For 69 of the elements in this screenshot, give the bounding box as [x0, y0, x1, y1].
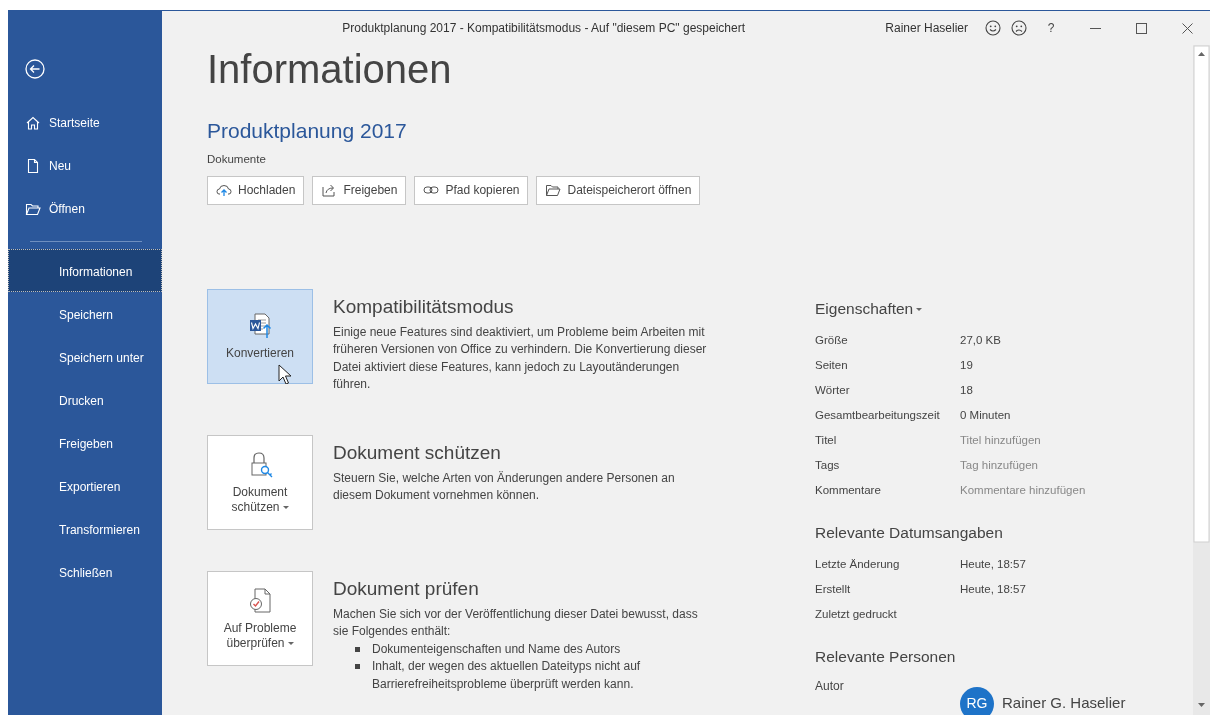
- sidebar-item[interactable]: Transformieren: [8, 507, 162, 550]
- date-value: Heute, 18:57: [960, 557, 1026, 573]
- back-icon[interactable]: [25, 59, 45, 79]
- share-icon: [321, 182, 338, 199]
- frown-icon: [1011, 20, 1027, 36]
- scrollbar[interactable]: [1193, 45, 1210, 715]
- property-label: Seiten: [815, 357, 849, 373]
- maximize-icon[interactable]: [1135, 22, 1147, 34]
- property-label: Gesamtbearbeitungszeit: [815, 407, 941, 423]
- date-value: Heute, 18:57: [960, 582, 1026, 598]
- sidebar-item[interactable]: Speichern unter: [8, 335, 162, 378]
- property-value: 19: [960, 357, 973, 373]
- new-document-icon: [25, 157, 41, 174]
- section-description: Einige neue Features sind deaktiviert, um Probleme beim Arbeiten mit früheren Versionen von Office zu verhindern. Die Konvertierung dieser Datei aktiviert diese Features, kann jedoch zu Layoutänderungen führen.: [333, 323, 708, 394]
- upload-icon: [216, 182, 232, 199]
- bullet-text: Dokumenteigenschaften und Name des Autors: [372, 640, 621, 658]
- sidebar-item[interactable]: Exportieren: [8, 464, 162, 507]
- user-name[interactable]: Rainer Haselier: [885, 19, 968, 37]
- action-button[interactable]: Freigeben: [312, 175, 407, 205]
- bullet-text: Inhalt, der wegen des aktuellen Dateityps nicht auf Barrierefreiheitsprobleme überprüft werden kann.: [372, 658, 642, 693]
- property-value: 18: [960, 382, 973, 398]
- section-heading: Kompatibilitätsmodus: [333, 296, 515, 318]
- sidebar-item[interactable]: Neu: [8, 144, 162, 187]
- caret-icon: [916, 308, 923, 312]
- feature-button[interactable]: Auf Probleme überprüfen: [207, 570, 313, 666]
- sidebar-item[interactable]: Startseite: [8, 101, 162, 144]
- author-avatar: RG: [960, 686, 994, 715]
- document-title: Produktplanung 2017: [207, 118, 408, 144]
- person-role: Autor: [815, 677, 845, 695]
- property-label: Tags: [815, 457, 841, 473]
- property-label: Titel: [815, 432, 838, 448]
- bullet-icon: [355, 646, 360, 652]
- section-description: Machen Sie sich vor der Veröffentlichung dieser Datei bewusst, dass sie Folgendes enthält:: [333, 605, 699, 641]
- sidebar-item[interactable]: Öffnen: [8, 187, 162, 230]
- author-name[interactable]: Rainer G. Haselier: [1002, 692, 1126, 715]
- feature-button[interactable]: Dokument schützen: [207, 434, 313, 530]
- sidebar-item[interactable]: Freigeben: [8, 421, 162, 464]
- action-button[interactable]: Hochladen: [207, 175, 305, 205]
- help-button[interactable]: ?: [1038, 15, 1064, 41]
- section-heading: Dokument prüfen: [333, 578, 480, 600]
- sidebar-item[interactable]: Informationen: [8, 249, 162, 292]
- sidebar-item[interactable]: Schließen: [8, 550, 162, 593]
- property-value: 27,0 KB: [960, 332, 1001, 348]
- date-label: Letzte Änderung: [815, 557, 901, 573]
- property-label: Wörter: [815, 382, 851, 398]
- sidebar-item[interactable]: Speichern: [8, 292, 162, 335]
- section-description: Steuern Sie, welche Arten von Änderungen andere Personen an diesem Dokument vornehmen können.: [333, 469, 676, 505]
- smiley-icon: [985, 20, 1001, 36]
- home-icon: [25, 114, 41, 131]
- page-heading: Informationen: [207, 46, 453, 93]
- date-label: Erstellt: [815, 582, 852, 598]
- property-label: Größe: [815, 332, 849, 348]
- action-button[interactable]: Dateispeicherort öffnen: [536, 175, 701, 205]
- feature-button[interactable]: Konvertieren: [207, 288, 313, 384]
- property-label: Kommentare: [815, 482, 882, 498]
- properties-heading[interactable]: Eigenschaften: [815, 299, 914, 317]
- mouse-pointer-icon: [278, 363, 292, 384]
- document-location: Dokumente: [207, 151, 267, 167]
- sidebar-item[interactable]: Drucken: [8, 378, 162, 421]
- window-title: Produktplanung 2017 - Kompatibilitätsmodus - Auf "diesem PC" gespeichert: [341, 20, 746, 37]
- close-icon[interactable]: [1181, 22, 1193, 34]
- action-button[interactable]: Pfad kopieren: [414, 175, 529, 205]
- bullet-icon: [355, 664, 360, 670]
- date-label: Zuletzt gedruckt: [815, 607, 898, 623]
- dates-heading: Relevante Datumsangaben: [815, 523, 1004, 543]
- people-heading: Relevante Personen: [815, 647, 957, 668]
- section-heading: Dokument schützen: [333, 442, 502, 464]
- property-value: 0 Minuten: [960, 407, 1011, 423]
- folder-icon: [545, 182, 562, 199]
